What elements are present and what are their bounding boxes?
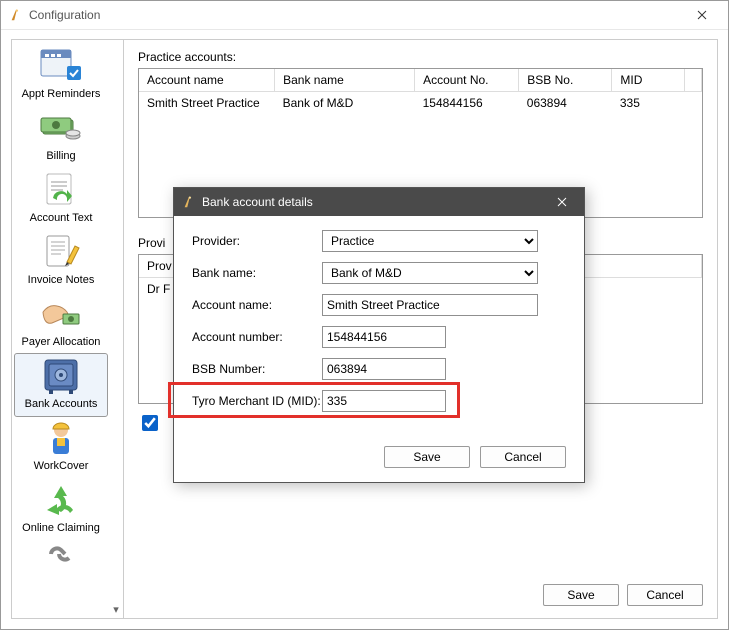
calendar-check-icon <box>37 46 85 86</box>
main-save-button[interactable]: Save <box>543 584 619 606</box>
sidebar-item-payer-allocation[interactable]: Payer Allocation <box>15 292 107 354</box>
window-titlebar: Configuration <box>1 1 728 30</box>
sidebar-item-label: Account Text <box>15 212 107 224</box>
sidebar-scroll[interactable]: Appt Reminders Billing <box>12 40 110 618</box>
document-pencil-icon <box>37 232 85 272</box>
sidebar-item-invoice-notes[interactable]: Invoice Notes <box>15 230 107 292</box>
sidebar-item-label: Billing <box>15 150 107 162</box>
hand-money-icon <box>37 294 85 334</box>
provider-label: Provider: <box>192 234 322 248</box>
sidebar-item-billing[interactable]: Billing <box>15 106 107 168</box>
sidebar-item-label: Payer Allocation <box>15 336 107 348</box>
account-number-label: Account number: <box>192 330 322 344</box>
bank-name-label: Bank name: <box>192 266 322 280</box>
cell-mid: 335 <box>612 92 685 115</box>
bsb-number-label: BSB Number: <box>192 362 322 376</box>
tyro-mid-label: Tyro Merchant ID (MID): <box>192 394 322 408</box>
dialog-cancel-button[interactable]: Cancel <box>480 446 566 468</box>
account-name-label: Account name: <box>192 298 322 312</box>
chevron-down-icon[interactable]: ▾ <box>109 602 123 616</box>
sidebar-item-label: WorkCover <box>15 460 107 472</box>
cell-bsb-no: 063894 <box>519 92 612 115</box>
bsb-number-input[interactable] <box>322 358 446 380</box>
app-icon <box>9 8 23 22</box>
checkbox-option[interactable] <box>142 415 158 431</box>
dialog-save-button[interactable]: Save <box>384 446 470 468</box>
sidebar-item-label: Online Claiming <box>15 522 107 534</box>
table-row[interactable]: Smith Street Practice Bank of M&D 154844… <box>139 92 702 115</box>
sidebar-item-workcover[interactable]: WorkCover <box>15 416 107 478</box>
cell-bank-name: Bank of M&D <box>275 92 415 115</box>
dialog-body: Provider: Practice Bank name: Bank of M&… <box>174 216 584 482</box>
document-arrow-icon <box>37 170 85 210</box>
col-empty <box>685 69 702 92</box>
sidebar-item-appt-reminders[interactable]: Appt Reminders <box>15 44 107 106</box>
col-mid[interactable]: MID <box>612 69 685 92</box>
sidebar-item-online-claiming[interactable]: Online Claiming <box>15 478 107 540</box>
col-bsb-no[interactable]: BSB No. <box>519 69 612 92</box>
dialog-title: Bank account details <box>202 195 544 209</box>
account-name-input[interactable] <box>322 294 538 316</box>
safe-icon <box>37 356 85 396</box>
cell-account-name: Smith Street Practice <box>139 92 275 115</box>
dialog-close-button[interactable] <box>544 191 580 213</box>
sidebar-item-bank-accounts[interactable]: Bank Accounts <box>15 354 107 416</box>
recycle-arrows-icon <box>37 480 85 520</box>
main-cancel-button[interactable]: Cancel <box>627 584 703 606</box>
sidebar: Appt Reminders Billing <box>12 40 124 618</box>
account-number-input[interactable] <box>322 326 446 348</box>
bank-account-details-dialog: Bank account details Provider: Practice … <box>173 187 585 483</box>
window-body: Appt Reminders Billing <box>1 29 728 629</box>
window-title: Configuration <box>29 8 682 22</box>
cell-account-no: 154844156 <box>415 92 519 115</box>
practice-accounts-label: Practice accounts: <box>138 50 703 64</box>
dialog-titlebar: Bank account details <box>174 188 584 216</box>
provider-select[interactable]: Practice <box>322 230 538 252</box>
configuration-window: Configuration <box>0 0 729 630</box>
dialog-app-icon <box>182 195 196 209</box>
window-close-button[interactable] <box>682 3 722 27</box>
tyro-mid-input[interactable] <box>322 390 446 412</box>
worker-icon <box>37 418 85 458</box>
bank-name-select[interactable]: Bank of M&D <box>322 262 538 284</box>
money-stack-icon <box>37 108 85 148</box>
col-account-no[interactable]: Account No. <box>415 69 519 92</box>
sidebar-item-label: Invoice Notes <box>15 274 107 286</box>
sidebar-item-label: Bank Accounts <box>15 398 107 410</box>
col-bank-name[interactable]: Bank name <box>275 69 415 92</box>
link-icon <box>37 542 85 564</box>
sidebar-item-label: Appt Reminders <box>15 88 107 100</box>
col-account-name[interactable]: Account name <box>139 69 275 92</box>
sidebar-item-extra[interactable] <box>15 540 107 566</box>
sidebar-item-account-text[interactable]: Account Text <box>15 168 107 230</box>
